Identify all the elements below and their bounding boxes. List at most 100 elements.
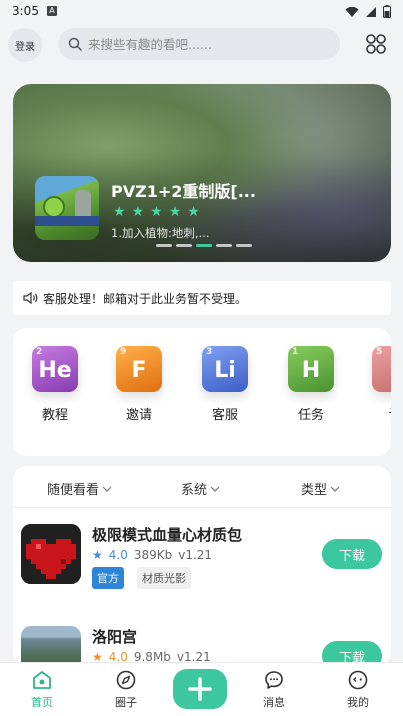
star-icon: ★ bbox=[150, 204, 163, 220]
star-icon: ★ bbox=[168, 204, 182, 220]
pagination-dot[interactable] bbox=[176, 244, 192, 247]
filter-label: 系统 bbox=[181, 483, 208, 498]
banner-rating-stars: ★ ★ ★ ★ ★ bbox=[113, 204, 200, 220]
status-bar: 3:05 A bbox=[0, 0, 403, 24]
banner-title: PVZ1+2重制版[... bbox=[111, 182, 256, 201]
chevron-down-icon bbox=[210, 486, 220, 492]
notice-bar[interactable]: 客服处理！邮箱对于此业务暂不受理。 bbox=[13, 281, 391, 315]
filter-label: 随便看看 bbox=[47, 483, 100, 498]
chat-icon bbox=[265, 671, 283, 689]
filter-browse[interactable]: 随便看看 bbox=[47, 479, 112, 498]
filter-label: 类型 bbox=[301, 483, 328, 498]
nav-label: 消息 bbox=[263, 696, 285, 709]
nav-messages[interactable]: 消息 bbox=[249, 669, 299, 710]
list-item[interactable]: 极限模式血量心材质包 ★ 4.0 389Kb v1.21 官方 材质光影 下载 bbox=[13, 520, 391, 620]
create-button[interactable] bbox=[173, 669, 227, 709]
pagination-dot[interactable] bbox=[216, 244, 232, 247]
star-icon: ★ bbox=[113, 204, 126, 220]
app-rating: 4.0 bbox=[108, 548, 128, 562]
nav-label: 我的 bbox=[347, 696, 369, 709]
signal-icon bbox=[366, 6, 376, 17]
element-f-icon: 9 F bbox=[116, 346, 162, 392]
plant-graphic bbox=[43, 196, 65, 218]
game-logo-strip bbox=[35, 216, 99, 226]
category-tasks[interactable]: 1 H 任务 bbox=[281, 346, 341, 423]
element-symbol: He bbox=[38, 358, 72, 383]
wifi-icon bbox=[345, 6, 359, 17]
category-shortcuts: 2 He 教程 9 F 邀请 3 Li 客服 1 H 任务 5 认 bbox=[13, 328, 391, 456]
chevron-down-icon bbox=[330, 486, 340, 492]
featured-banner[interactable]: PVZ1+2重制版[... ★ ★ ★ ★ ★ 1.加入植物:地刺,... bbox=[13, 84, 391, 262]
element-number: 9 bbox=[120, 347, 127, 357]
element-symbol: Li bbox=[214, 358, 236, 383]
notification-a-icon: A bbox=[47, 6, 57, 16]
filter-system[interactable]: 系统 bbox=[181, 479, 220, 498]
category-label: 教程 bbox=[41, 408, 68, 423]
top-bar: 登录 bbox=[0, 24, 403, 66]
bottom-navigation: 首页 圈子 消息 我的 bbox=[0, 662, 403, 716]
status-time: 3:05 bbox=[12, 4, 39, 18]
banner-pagination[interactable] bbox=[156, 244, 252, 247]
app-name: 洛阳宫 bbox=[92, 628, 138, 646]
apps-grid-icon[interactable] bbox=[365, 33, 387, 55]
nav-label: 圈子 bbox=[115, 696, 137, 709]
element-number: 1 bbox=[292, 347, 299, 357]
nav-label: 首页 bbox=[31, 696, 53, 709]
app-meta: ★ 4.0 389Kb v1.21 bbox=[92, 548, 212, 562]
search-bar[interactable] bbox=[58, 28, 340, 60]
category-label: 客服 bbox=[211, 408, 238, 423]
battery-icon bbox=[383, 5, 391, 18]
filter-bar: 随便看看 系统 类型 bbox=[13, 466, 391, 508]
speaker-icon bbox=[23, 291, 38, 305]
star-icon: ★ bbox=[187, 204, 200, 220]
element-li-icon: 3 Li bbox=[202, 346, 248, 392]
category-label: 邀请 bbox=[125, 408, 152, 423]
plus-icon bbox=[188, 677, 212, 701]
category-support[interactable]: 3 Li 客服 bbox=[195, 346, 255, 423]
filter-type[interactable]: 类型 bbox=[301, 479, 340, 498]
pagination-dot[interactable] bbox=[236, 244, 252, 247]
star-icon: ★ bbox=[92, 548, 103, 562]
download-button[interactable]: 下载 bbox=[322, 539, 382, 569]
nav-circle[interactable]: 圈子 bbox=[101, 669, 151, 710]
app-name: 极限模式血量心材质包 bbox=[92, 526, 243, 544]
element-number: 3 bbox=[206, 347, 213, 357]
list-item[interactable]: 洛阳宫 ★ 4.0 9.8Mb v1.21 下载 bbox=[13, 626, 391, 666]
category-invite[interactable]: 9 F 邀请 bbox=[109, 346, 169, 423]
login-button[interactable]: 登录 bbox=[8, 28, 42, 62]
official-tag: 官方 bbox=[92, 567, 124, 589]
category-label: 认 bbox=[365, 404, 391, 423]
category-label: 任务 bbox=[297, 408, 324, 423]
banner-game-thumbnail bbox=[35, 176, 99, 240]
home-icon bbox=[33, 671, 51, 689]
element-h-icon: 1 H bbox=[288, 346, 334, 392]
palace-thumbnail bbox=[21, 626, 81, 666]
category-partial[interactable]: 5 认 bbox=[365, 346, 391, 423]
category-tag: 材质光影 bbox=[137, 567, 191, 589]
chevron-down-icon bbox=[102, 486, 112, 492]
heart-texture-icon bbox=[21, 524, 81, 584]
element-symbol: F bbox=[131, 358, 147, 383]
pagination-dot[interactable] bbox=[156, 244, 172, 247]
nav-profile[interactable]: 我的 bbox=[333, 669, 383, 710]
nav-home[interactable]: 首页 bbox=[17, 669, 67, 710]
profile-icon bbox=[348, 670, 368, 690]
status-icons bbox=[345, 5, 391, 18]
element-he-icon: 2 He bbox=[32, 346, 78, 392]
app-size: 389Kb bbox=[133, 548, 173, 562]
resource-list: 随便看看 系统 类型 极限模式血量心材质包 ★ 4.0 389Kb v1.21 bbox=[13, 466, 391, 666]
pagination-dot-active[interactable] bbox=[196, 244, 212, 247]
search-icon bbox=[68, 37, 82, 51]
banner-description: 1.加入植物:地刺,... bbox=[111, 226, 210, 240]
category-tutorial[interactable]: 2 He 教程 bbox=[25, 346, 85, 423]
star-icon: ★ bbox=[131, 204, 145, 220]
pixel-heart-icon bbox=[21, 524, 81, 584]
search-input[interactable] bbox=[88, 36, 318, 52]
app-version: v1.21 bbox=[178, 548, 213, 562]
notice-text: 客服处理！邮箱对于此业务暂不受理。 bbox=[43, 291, 248, 306]
element-partial-icon: 5 bbox=[372, 346, 391, 392]
element-number: 5 bbox=[376, 347, 383, 357]
element-number: 2 bbox=[36, 347, 43, 357]
compass-icon bbox=[116, 670, 136, 690]
element-symbol: H bbox=[301, 358, 321, 383]
